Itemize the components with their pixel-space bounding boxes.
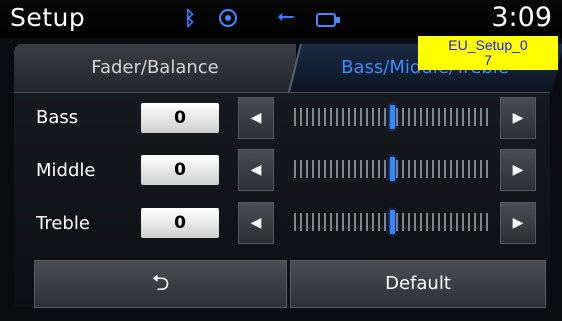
middle-label: Middle — [36, 160, 96, 181]
bluetooth-icon: ᛒ — [184, 6, 196, 30]
bass-label: Bass — [36, 107, 79, 128]
tab-fader-balance-label: Fader/Balance — [91, 57, 219, 78]
status-bar: Setup ᛒ ⭠ 3:09 — [0, 0, 562, 38]
back-button[interactable]: ⮌ — [34, 260, 287, 308]
treble-slider[interactable] — [294, 210, 490, 234]
treble-value: 0 — [141, 208, 219, 238]
screen-title: Setup — [10, 3, 86, 32]
treble-slider-knob[interactable] — [390, 210, 395, 234]
clock: 3:09 — [491, 2, 552, 33]
screen-id-text: EU_Setup_0 7 — [448, 37, 528, 68]
treble-label: Treble — [36, 213, 90, 234]
treble-increase-button[interactable]: ▶ — [500, 202, 536, 244]
screen-id-label: EU_Setup_0 7 — [418, 36, 558, 70]
default-button[interactable]: Default — [290, 260, 546, 308]
bass-slider[interactable] — [294, 105, 490, 129]
bass-decrease-button[interactable]: ◀ — [238, 97, 274, 139]
tab-fader-balance[interactable]: Fader/Balance — [14, 44, 296, 92]
usb-icon: ⭠ — [277, 4, 295, 29]
bass-increase-button[interactable]: ▶ — [500, 97, 536, 139]
setup-screen: Setup ᛒ ⭠ 3:09 Fader/Balance Bass/Middle… — [0, 0, 562, 321]
middle-increase-button[interactable]: ▶ — [500, 149, 536, 191]
middle-value: 0 — [141, 155, 219, 185]
bass-value: 0 — [141, 103, 219, 133]
middle-slider[interactable] — [294, 157, 490, 181]
bass-slider-knob[interactable] — [390, 105, 395, 129]
media-source-icon — [219, 9, 237, 27]
ipod-icon — [316, 13, 340, 27]
middle-slider-knob[interactable] — [390, 157, 395, 181]
treble-decrease-button[interactable]: ◀ — [238, 202, 274, 244]
middle-decrease-button[interactable]: ◀ — [238, 149, 274, 191]
back-arrow-icon: ⮌ — [151, 271, 170, 296]
